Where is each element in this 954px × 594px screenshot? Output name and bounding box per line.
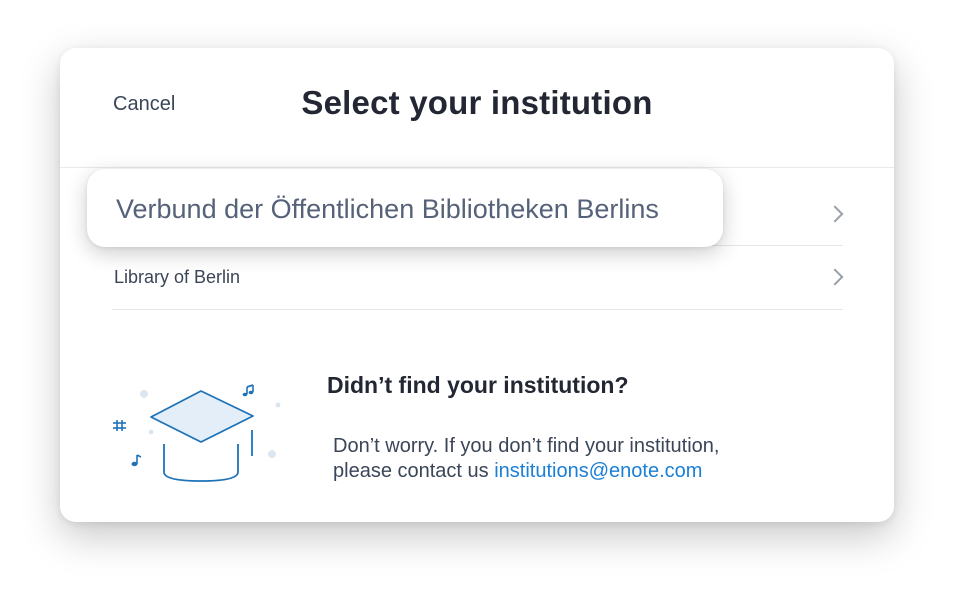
not-found-line2-prefix: please contact us xyxy=(333,460,495,482)
not-found-message: Don’t worry. If you don’t find your inst… xyxy=(333,434,719,484)
cap-board xyxy=(150,390,254,443)
hash-icon xyxy=(113,420,126,431)
chevron-right-icon xyxy=(826,268,844,286)
institution-name: Library of Berlin xyxy=(114,267,241,287)
music-note-icon xyxy=(242,384,254,397)
decor-dot xyxy=(140,390,148,398)
not-found-line1: Don’t worry. If you don’t find your inst… xyxy=(333,435,720,457)
contact-email-link[interactable]: institutions@enote.com xyxy=(494,460,702,482)
graduation-cap-illustration xyxy=(113,384,281,482)
dialog-header: Cancel Select your institution xyxy=(60,48,894,168)
institution-dialog: Cancel Select your institution Library o… xyxy=(60,48,894,522)
decor-dot xyxy=(268,450,276,458)
not-found-line2: please contact us institutions@enote.com xyxy=(333,459,719,484)
institution-row[interactable]: Library of Berlin xyxy=(112,246,844,310)
highlighted-institution-row[interactable]: Verbund der Öffentlichen Bibliotheken Be… xyxy=(87,169,723,247)
music-note-icon xyxy=(131,454,142,467)
decor-dot xyxy=(275,402,281,408)
dialog-title: Select your institution xyxy=(301,84,653,121)
screen: Cancel Select your institution Library o… xyxy=(0,0,954,594)
chevron-right-icon xyxy=(826,205,844,223)
not-found-title: Didn’t find your institution? xyxy=(327,372,629,398)
cap-body xyxy=(163,444,239,482)
highlighted-institution-name: Verbund der Öffentlichen Bibliotheken Be… xyxy=(116,194,659,224)
decor-dot xyxy=(148,429,154,435)
